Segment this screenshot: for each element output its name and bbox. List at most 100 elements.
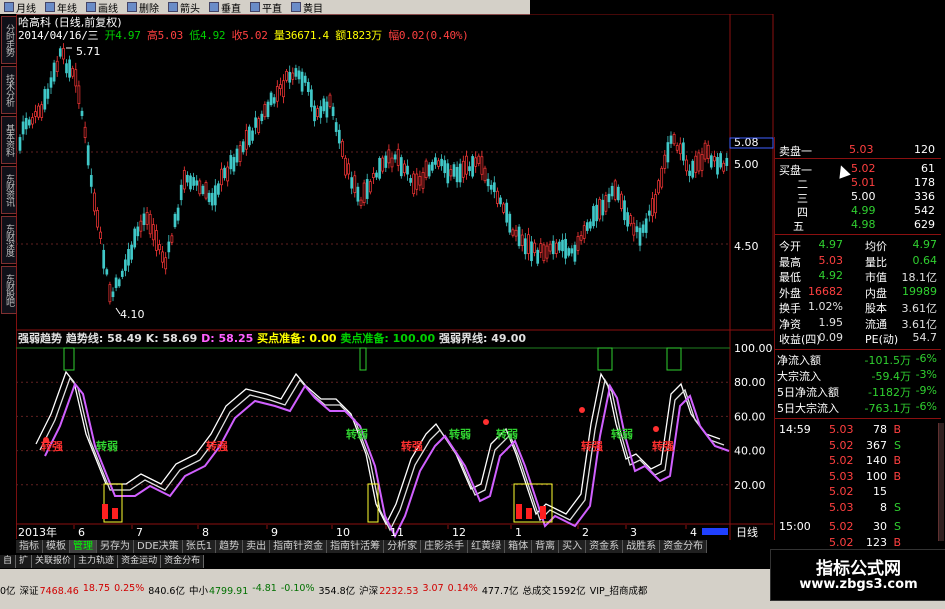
indicator-tab-2[interactable]: 管理 (70, 540, 97, 553)
indicator-tab-5[interactable]: 张氏1 (182, 540, 217, 553)
indicator-tab-3[interactable]: 另存为 (97, 540, 134, 553)
indicator-axis-label: 20.00 (734, 479, 766, 492)
nav-tab-2[interactable]: 关联报价 (32, 555, 76, 568)
candle-body (201, 185, 205, 195)
toolbar-button-7[interactable]: 黄目 (291, 0, 323, 15)
candle-body (167, 241, 171, 253)
candle-body (685, 159, 688, 172)
toolbar-button-2[interactable]: 画线 (86, 0, 118, 15)
tick-scrollbar[interactable] (938, 423, 944, 541)
toolbar-button-4[interactable]: 箭头 (168, 0, 200, 15)
status-item-10: 0.14% (448, 583, 478, 595)
toolbar-button-5[interactable]: 垂直 (209, 0, 241, 15)
toolbar-icon (45, 2, 55, 12)
status-item-3: 840.6亿 (148, 583, 185, 597)
nav-tab-3[interactable]: 主力轨迹 (75, 555, 119, 568)
candle-body (65, 63, 68, 74)
nav-tab-0[interactable]: 自 (0, 555, 17, 568)
toolbar-button-6[interactable]: 平直 (250, 0, 282, 15)
indicator-tab-15[interactable]: 买入 (559, 540, 587, 553)
indicator-tab-9[interactable]: 指南针活筹 (327, 540, 385, 553)
d-label: D: (201, 332, 215, 345)
left-tab-3[interactable]: 东财资讯 (1, 166, 17, 214)
quote-label: 量比 (865, 255, 887, 269)
candle-body (511, 229, 515, 236)
time-axis-month: 1 (515, 526, 522, 539)
tick-vol: 367 (866, 438, 887, 452)
candle-body (455, 166, 459, 183)
candle-body (223, 167, 226, 179)
candle-body (331, 106, 335, 116)
nav-tab-5[interactable]: 资金分布 (161, 555, 205, 568)
indicator-tab-17[interactable]: 战胜系 (623, 540, 661, 553)
indicator-tab-14[interactable]: 背离 (532, 540, 560, 553)
high-value: 5.03 (157, 29, 184, 42)
volume-value: 36671.4 (284, 29, 330, 42)
left-tab-5[interactable]: 东财股吧 (1, 266, 17, 314)
indicator-tab-0[interactable]: 指标 (16, 540, 43, 553)
candle-body (375, 172, 378, 178)
quote-row-5: 净资 1.95 流通 3.61亿 (775, 316, 941, 331)
flow-pct: -3% (915, 368, 937, 381)
tick-price: 5.03 (829, 423, 854, 436)
toolbar-button-3[interactable]: 删除 (127, 0, 159, 15)
left-tab-4[interactable]: 东财深度 (1, 216, 17, 264)
flow-row-0: 净流入额 -101.5万 -6% (775, 352, 941, 367)
toolbar-button-0[interactable]: 月线 (4, 0, 36, 15)
indicator-tab-12[interactable]: 红黄绿 (468, 540, 506, 553)
main-chart: 5.714.105.085.004.50100.0080.0060.0040.0… (16, 14, 774, 540)
indicator-tab-13[interactable]: 箱体 (505, 540, 533, 553)
quote-row-2: 最低 4.92 市值 18.1亿 (775, 269, 941, 284)
tick-row-0: 14:59 5.03 78 B (775, 423, 941, 436)
indicator-tab-4[interactable]: DDE决策 (134, 540, 183, 553)
left-tab-0[interactable]: 分时走势 (1, 16, 17, 64)
candle-body (706, 144, 710, 159)
turn-weak-label: 转弱 (496, 427, 518, 441)
candle-body (34, 111, 37, 117)
quote-value: 18.1亿 (901, 271, 938, 284)
candle-body (204, 182, 208, 199)
time-axis-month: 2 (582, 526, 589, 539)
status-value: 0.25% (114, 583, 145, 594)
candle-body (251, 130, 254, 141)
candle-body (40, 104, 44, 118)
candle-body (415, 173, 419, 190)
tick-row-4: 5.02 15 (775, 485, 941, 498)
indicator-tab-11[interactable]: 庄影杀手 (421, 540, 469, 553)
candle-body (626, 212, 629, 227)
nav-tab-4[interactable]: 资金运动 (118, 555, 162, 568)
toolbar-button-1[interactable]: 年线 (45, 0, 77, 15)
sell-signal-bar (359, 347, 367, 371)
left-tab-1[interactable]: 技术分析 (1, 66, 17, 114)
candle-body (592, 206, 595, 227)
candle-body (362, 182, 366, 204)
nav-tab-1[interactable]: 扩 (16, 555, 33, 568)
bid-price: 4.99 (851, 204, 876, 217)
candle-body (548, 243, 552, 252)
candle-body (691, 160, 695, 178)
indicator-tab-6[interactable]: 趋势 (216, 540, 244, 553)
candle-body (576, 236, 580, 251)
indicator-tab-7[interactable]: 卖出 (243, 540, 271, 553)
indicator-tab-8[interactable]: 指南针资金 (270, 540, 328, 553)
status-item-5: -4.81 (252, 583, 277, 595)
indicator-axis-label: 60.00 (734, 410, 766, 423)
indicator-tab-1[interactable]: 模板 (43, 540, 70, 553)
candle-body (136, 226, 140, 237)
tick-price: 5.02 (829, 438, 854, 452)
candle-body (638, 227, 642, 246)
tick-side: B (893, 454, 901, 467)
candle-body (226, 166, 230, 182)
indicator-tab-10[interactable]: 分析家 (384, 540, 422, 553)
indicator-tab-16[interactable]: 资金系 (586, 540, 624, 553)
left-tab-2[interactable]: 基本资料 (1, 116, 17, 164)
toolbar-label: 月线 (16, 3, 36, 15)
indicator-tab-18[interactable]: 资金分布 (660, 540, 708, 553)
tick-time: 14:59 (779, 423, 811, 436)
candle-body (567, 248, 571, 256)
tick-vol: 140 (866, 454, 887, 467)
candle-body (37, 105, 40, 118)
candle-body (449, 169, 453, 177)
candle-body (238, 145, 242, 162)
candle-body (477, 155, 481, 164)
